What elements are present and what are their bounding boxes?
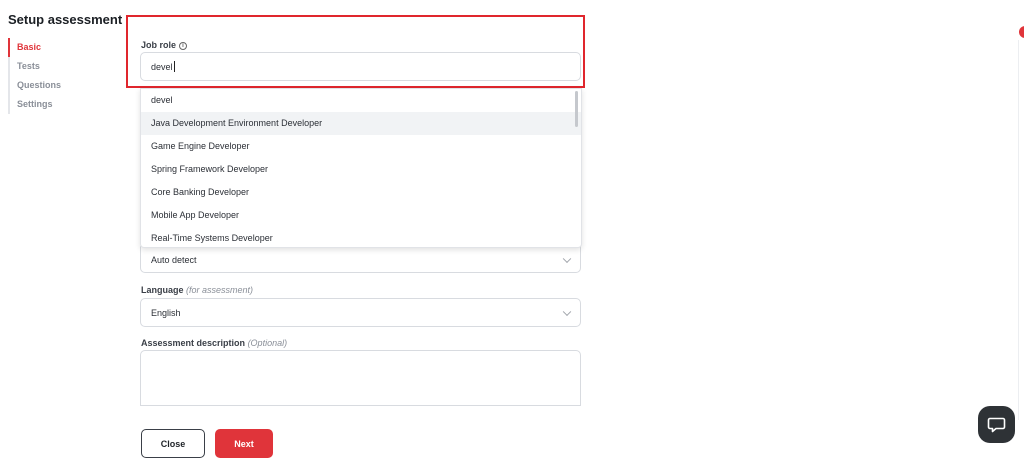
notification-dot[interactable] xyxy=(1019,26,1024,38)
step-basic[interactable]: Basic xyxy=(8,38,108,57)
chat-widget-button[interactable] xyxy=(978,406,1015,443)
page-title: Setup assessment xyxy=(8,12,123,27)
language-label: Language (for assessment) xyxy=(141,285,254,295)
info-icon[interactable]: i xyxy=(179,41,188,50)
suggestion-item[interactable]: Game Engine Developer xyxy=(141,135,581,158)
chevron-down-icon xyxy=(562,307,572,316)
description-label: Assessment description (Optional) xyxy=(141,338,288,348)
text-caret xyxy=(173,61,175,72)
dropdown-scrollbar[interactable] xyxy=(575,91,578,127)
job-role-input[interactable]: devel xyxy=(140,52,581,81)
step-questions[interactable]: Questions xyxy=(8,76,108,95)
chat-bubble-icon xyxy=(987,417,1006,433)
step-settings[interactable]: Settings xyxy=(8,95,108,114)
suggestion-item[interactable]: devel xyxy=(141,89,581,112)
detect-select[interactable]: Auto detect xyxy=(140,246,581,273)
detect-select-value: Auto detect xyxy=(151,254,197,265)
language-select[interactable]: English xyxy=(140,298,581,327)
job-role-suggestions: devel Java Development Environment Devel… xyxy=(140,88,582,248)
suggestion-item[interactable]: Mobile App Developer xyxy=(141,204,581,227)
language-select-value: English xyxy=(151,307,181,318)
panel-edge-divider xyxy=(1018,40,1019,420)
job-role-value: devel xyxy=(151,61,173,72)
suggestion-item[interactable]: Java Development Environment Developer xyxy=(141,112,581,135)
setup-steps-nav: Basic Tests Questions Settings xyxy=(8,38,108,114)
close-button[interactable]: Close xyxy=(141,429,205,458)
description-textarea[interactable] xyxy=(140,350,581,406)
step-tests[interactable]: Tests xyxy=(8,57,108,76)
job-role-label: Job role i xyxy=(141,40,188,50)
suggestion-item[interactable]: Real-Time Systems Developer xyxy=(141,227,581,247)
next-button[interactable]: Next xyxy=(215,429,273,458)
chevron-down-icon xyxy=(562,254,572,263)
suggestion-item[interactable]: Spring Framework Developer xyxy=(141,158,581,181)
suggestion-item[interactable]: Core Banking Developer xyxy=(141,181,581,204)
